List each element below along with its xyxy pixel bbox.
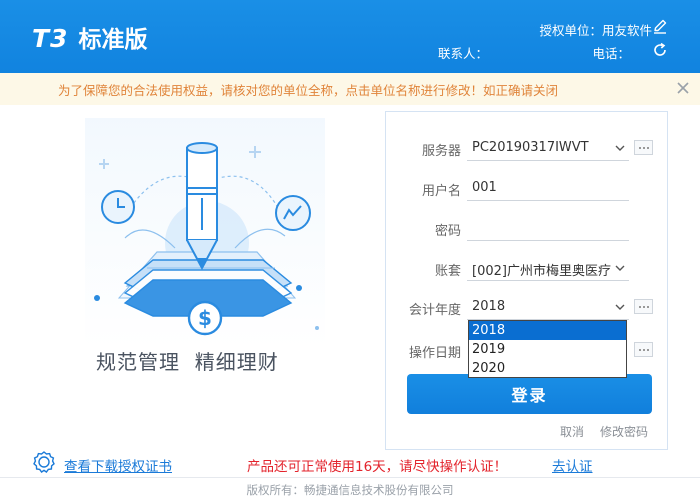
- contact-person: 联系人：: [438, 43, 488, 62]
- copyright: 版权所有：畅捷通信息技术股份有限公司: [246, 483, 454, 497]
- username-input[interactable]: 001: [467, 175, 629, 201]
- licensed-unit-value[interactable]: 用友软件: [602, 20, 652, 39]
- chevron-down-icon[interactable]: [615, 302, 625, 312]
- svg-text:$: $: [198, 306, 212, 330]
- finance-illustration: $: [85, 118, 325, 348]
- view-certificate-link[interactable]: 查看下载授权证书: [64, 455, 172, 475]
- fiscal-year-more-button[interactable]: [634, 299, 653, 314]
- year-option[interactable]: 2019: [469, 340, 626, 359]
- contact-label: 联系人：: [438, 46, 489, 61]
- phone: 电话：: [592, 43, 630, 62]
- licensed-unit[interactable]: 授权单位： 用友软件: [539, 20, 652, 39]
- password-input[interactable]: [467, 215, 629, 241]
- certify-link[interactable]: 去认证: [552, 455, 593, 475]
- server-select[interactable]: PC20190317IWVT: [467, 135, 629, 161]
- server-row: 服务器 PC20190317IWVT: [386, 135, 669, 161]
- server-more-button[interactable]: [634, 140, 653, 155]
- product-logo: T3 标准版: [32, 20, 147, 54]
- app-header: T3 标准版 授权单位： 用友软件 联系人： 电话：: [0, 0, 700, 73]
- notice-bar: 为了保障您的合法使用权益，请核对您的单位全称，点击单位名称进行修改！如正确请关闭: [0, 73, 700, 105]
- notice-text[interactable]: 为了保障您的合法使用权益，请核对您的单位全称，点击单位名称进行修改！如正确请关闭: [58, 80, 558, 99]
- slogan: 规范管理 精细理财: [96, 350, 279, 374]
- trial-warning: 产品还可正常使用16天，请尽快操作认证！: [247, 459, 508, 475]
- fiscal-year-label: 会计年度: [408, 303, 461, 318]
- year-option[interactable]: 2018: [469, 321, 626, 340]
- account-select[interactable]: [002]广州市梅里奥医疗: [467, 255, 629, 281]
- licensed-unit-label: 授权单位：: [539, 23, 602, 38]
- fiscal-year-select[interactable]: 2018: [467, 294, 629, 320]
- chevron-down-icon[interactable]: [615, 263, 625, 273]
- edit-pen-icon[interactable]: [652, 18, 668, 34]
- op-date-label: 操作日期: [408, 346, 461, 361]
- refresh-icon[interactable]: [652, 42, 668, 58]
- fiscal-year-row: 会计年度 2018: [386, 294, 669, 320]
- server-label: 服务器: [421, 144, 461, 159]
- cancel-link[interactable]: 取消: [560, 423, 584, 440]
- phone-label: 电话：: [592, 46, 630, 61]
- username-label: 用户名: [421, 184, 461, 199]
- close-icon[interactable]: [674, 79, 692, 97]
- year-option[interactable]: 2020: [469, 359, 626, 378]
- password-label: 密码: [434, 224, 461, 239]
- logo-mark: T3: [32, 24, 69, 53]
- username-row: 用户名 001: [386, 175, 669, 201]
- fiscal-year-dropdown: 2018 2019 2020: [468, 320, 627, 378]
- password-row: 密码: [386, 215, 669, 241]
- change-password-link[interactable]: 修改密码: [600, 423, 648, 440]
- footer-divider: [0, 477, 700, 478]
- account-row: 账套 [002]广州市梅里奥医疗: [386, 255, 669, 281]
- edition-name: 标准版: [78, 27, 148, 53]
- account-label: 账套: [434, 264, 461, 279]
- chevron-down-icon[interactable]: [615, 143, 625, 153]
- login-button[interactable]: 登录: [407, 374, 652, 414]
- certificate-badge-icon[interactable]: [32, 450, 56, 476]
- op-date-more-button[interactable]: [634, 342, 653, 357]
